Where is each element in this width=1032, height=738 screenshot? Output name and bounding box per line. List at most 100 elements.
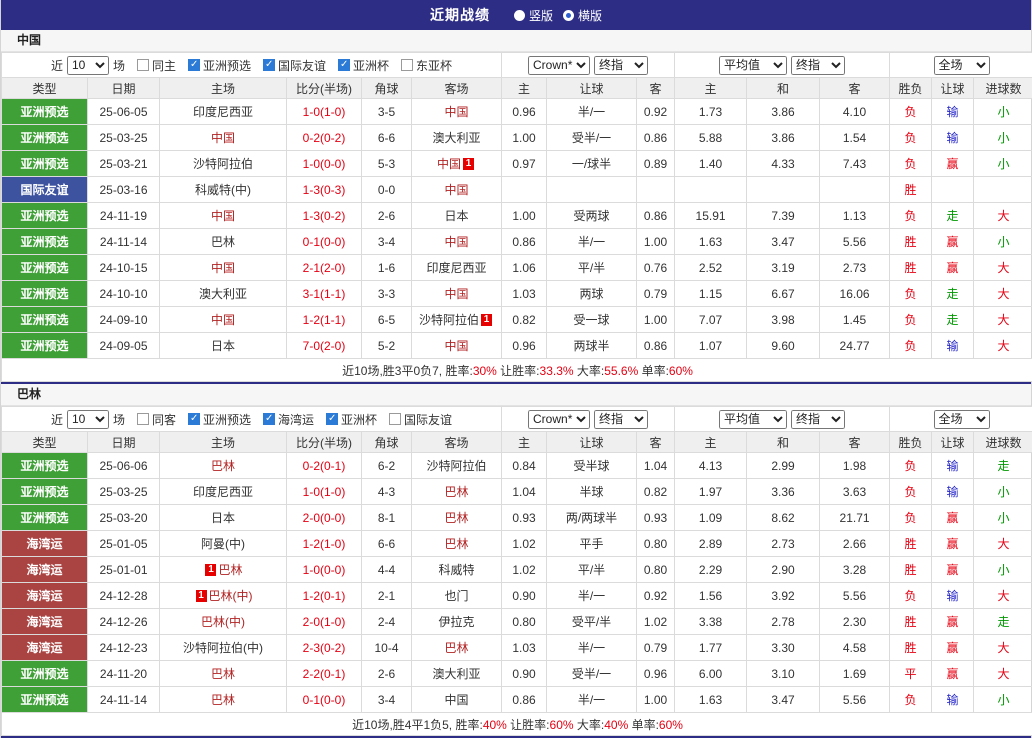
euro-home-odds-cell: 6.00 bbox=[675, 661, 747, 687]
asian-away-odds-cell: 0.93 bbox=[637, 505, 675, 531]
euro-away-odds-cell: 21.71 bbox=[820, 505, 890, 531]
euro-draw-odds-cell: 3.19 bbox=[747, 255, 820, 281]
away-team-cell: 科威特 bbox=[412, 557, 502, 583]
euro-home-odds-cell: 1.56 bbox=[675, 583, 747, 609]
asian-home-odds-cell: 0.86 bbox=[502, 687, 547, 713]
matches-count-select[interactable]: 10 bbox=[67, 410, 109, 429]
euro-odds-value-select[interactable]: 平均值 bbox=[719, 410, 787, 429]
result-cell: 负 bbox=[890, 99, 932, 125]
filter-checkbox[interactable]: 亚洲杯 bbox=[326, 411, 377, 428]
date-cell: 24-11-14 bbox=[88, 229, 160, 255]
score-cell: 1-2(0-1) bbox=[287, 583, 362, 609]
home-team-cell: 印度尼西亚 bbox=[160, 479, 287, 505]
date-cell: 24-12-23 bbox=[88, 635, 160, 661]
result-cell: 胜 bbox=[890, 229, 932, 255]
type-badge-cell: 海湾运 bbox=[2, 609, 88, 635]
filter-checkbox[interactable]: 同主 bbox=[137, 57, 176, 74]
column-header: 类型 bbox=[2, 78, 88, 99]
summary-segment: 单率: bbox=[628, 718, 659, 732]
asian-home-odds-cell: 0.90 bbox=[502, 661, 547, 687]
filter-checkbox[interactable]: 东亚杯 bbox=[401, 57, 452, 74]
match-row: 亚洲预选24-09-10中国1-2(1-1)6-5沙特阿拉伯10.82受一球1.… bbox=[2, 307, 1032, 333]
asian-odds-time-select[interactable]: 终指 bbox=[594, 56, 648, 75]
radio-icon bbox=[563, 10, 574, 21]
home-team-cell: 1巴林 bbox=[160, 557, 287, 583]
checkbox-icon bbox=[263, 59, 275, 71]
matches-count-select[interactable]: 10 bbox=[67, 56, 109, 75]
corners-cell: 1-6 bbox=[362, 255, 412, 281]
type-badge-cell: 亚洲预选 bbox=[2, 125, 88, 151]
home-team-name: 巴林 bbox=[218, 563, 242, 577]
goals-result-cell: 大 bbox=[974, 333, 1032, 359]
home-team-name: 日本 bbox=[211, 511, 235, 525]
handicap-result-cell: 赢 bbox=[932, 661, 974, 687]
scope-controls: 全场 bbox=[890, 407, 1032, 432]
type-badge-cell: 海湾运 bbox=[2, 531, 88, 557]
match-row: 亚洲预选24-11-19中国1-3(0-2)2-6日本1.00受两球0.8615… bbox=[2, 203, 1032, 229]
filter-checkbox[interactable]: 国际友谊 bbox=[263, 57, 326, 74]
home-team-name: 日本 bbox=[211, 339, 235, 353]
away-team-cell: 伊拉克 bbox=[412, 609, 502, 635]
euro-draw-odds-cell: 7.39 bbox=[747, 203, 820, 229]
column-header: 日期 bbox=[88, 432, 160, 453]
filter-checkbox[interactable]: 国际友谊 bbox=[389, 411, 452, 428]
asian-handicap-cell: 半/一 bbox=[547, 229, 637, 255]
filter-checkbox[interactable]: 海湾运 bbox=[263, 411, 314, 428]
asian-odds-time-select[interactable]: 终指 bbox=[594, 410, 648, 429]
euro-home-odds-cell: 1.40 bbox=[675, 151, 747, 177]
euro-away-odds-cell: 4.10 bbox=[820, 99, 890, 125]
euro-odds-controls: 平均值终指 bbox=[675, 407, 890, 432]
away-team-name: 中国 bbox=[445, 693, 469, 707]
home-team-name: 巴林(中) bbox=[209, 589, 253, 603]
date-cell: 24-12-26 bbox=[88, 609, 160, 635]
euro-odds-time-select[interactable]: 终指 bbox=[791, 56, 845, 75]
score-cell: 1-0(0-0) bbox=[287, 151, 362, 177]
match-row: 海湾运25-01-05阿曼(中)1-2(1-0)6-6巴林1.02平手0.802… bbox=[2, 531, 1032, 557]
euro-odds-controls: 平均值终指 bbox=[675, 53, 890, 78]
bookmaker-select[interactable]: Crown* bbox=[528, 56, 590, 75]
matches-label: 场 bbox=[113, 411, 125, 428]
filter-checkbox[interactable]: 亚洲杯 bbox=[338, 57, 389, 74]
asian-away-odds-cell: 0.79 bbox=[637, 281, 675, 307]
euro-away-odds-cell: 2.66 bbox=[820, 531, 890, 557]
away-team-name: 巴林 bbox=[445, 485, 469, 499]
section-title: 巴林 bbox=[1, 384, 1031, 406]
date-cell: 24-10-15 bbox=[88, 255, 160, 281]
header-controls-row: 近10场同客亚洲预选海湾运亚洲杯国际友谊Crown*终指平均值终指全场 bbox=[2, 407, 1032, 432]
type-badge-cell: 亚洲预选 bbox=[2, 229, 88, 255]
asian-home-odds-cell: 1.02 bbox=[502, 531, 547, 557]
euro-odds-time-select[interactable]: 终指 bbox=[791, 410, 845, 429]
summary-segment: 60% bbox=[550, 718, 574, 732]
handicap-result-cell: 走 bbox=[932, 203, 974, 229]
match-row: 亚洲预选25-06-06巴林0-2(0-1)6-2沙特阿拉伯0.84受半球1.0… bbox=[2, 453, 1032, 479]
match-scope-select[interactable]: 全场 bbox=[934, 56, 990, 75]
asian-home-odds-cell: 0.93 bbox=[502, 505, 547, 531]
asian-away-odds-cell: 0.86 bbox=[637, 125, 675, 151]
layout-radio[interactable]: 竖版 bbox=[514, 7, 553, 24]
layout-radio[interactable]: 横版 bbox=[563, 7, 602, 24]
recent-label: 近 bbox=[51, 411, 63, 428]
asian-home-odds-cell: 0.84 bbox=[502, 453, 547, 479]
page-title: 近期战绩 bbox=[430, 5, 490, 25]
checkbox-icon bbox=[188, 413, 200, 425]
type-badge-cell: 亚洲预选 bbox=[2, 307, 88, 333]
summary-row: 近10场,胜3平0负7, 胜率:30% 让胜率:33.3% 大率:55.6% 单… bbox=[2, 359, 1032, 382]
match-scope-select[interactable]: 全场 bbox=[934, 410, 990, 429]
corners-cell: 4-3 bbox=[362, 479, 412, 505]
match-row: 海湾运25-01-011巴林1-0(0-0)4-4科威特1.02平/半0.802… bbox=[2, 557, 1032, 583]
away-team-name: 中国 bbox=[445, 287, 469, 301]
column-header: 角球 bbox=[362, 78, 412, 99]
away-team-name: 巴林 bbox=[445, 537, 469, 551]
bookmaker-select[interactable]: Crown* bbox=[528, 410, 590, 429]
filter-checkbox[interactable]: 亚洲预选 bbox=[188, 57, 251, 74]
asian-odds-selects: Crown*终指 bbox=[502, 410, 674, 429]
filter-checkbox[interactable]: 亚洲预选 bbox=[188, 411, 251, 428]
asian-home-odds-cell: 0.96 bbox=[502, 99, 547, 125]
euro-draw-odds-cell: 3.98 bbox=[747, 307, 820, 333]
handicap-result-cell: 输 bbox=[932, 125, 974, 151]
score-cell: 1-0(1-0) bbox=[287, 99, 362, 125]
filter-checkbox[interactable]: 同客 bbox=[137, 411, 176, 428]
summary-row: 近10场,胜4平1负5, 胜率:40% 让胜率:60% 大率:40% 单率:60… bbox=[2, 713, 1032, 736]
date-cell: 25-01-05 bbox=[88, 531, 160, 557]
euro-odds-value-select[interactable]: 平均值 bbox=[719, 56, 787, 75]
